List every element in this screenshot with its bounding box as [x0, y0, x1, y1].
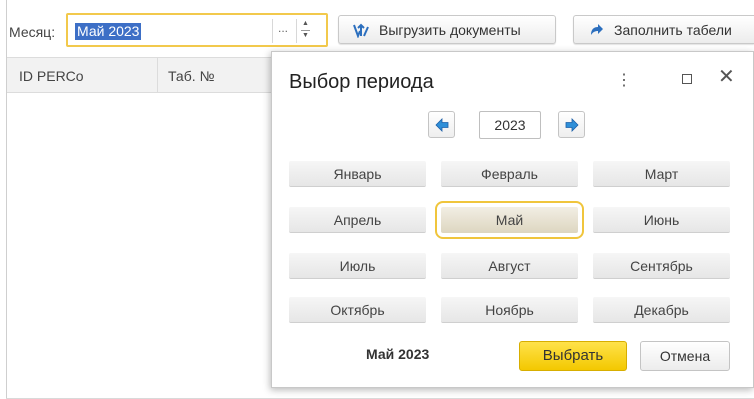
month-may-button[interactable]: Май — [435, 201, 584, 239]
fill-timesheets-label: Заполнить табели — [614, 21, 732, 38]
close-icon[interactable]: ✕ — [718, 67, 735, 87]
month-august-button[interactable]: Август — [441, 253, 578, 279]
choose-button[interactable]: ... — [278, 21, 288, 35]
cancel-button[interactable]: Отмена — [640, 341, 730, 371]
selected-period-label: Май 2023 — [366, 346, 430, 362]
export-documents-icon — [353, 22, 369, 38]
month-march-button[interactable]: Март — [593, 161, 730, 187]
more-vertical-icon[interactable]: ⋮ — [616, 70, 632, 90]
month-november-button[interactable]: Ноябрь — [441, 297, 578, 323]
column-divider — [157, 58, 158, 92]
next-year-button[interactable] — [558, 111, 585, 138]
column-header-id-perco[interactable]: ID PERCo — [19, 68, 84, 84]
maximize-icon[interactable] — [682, 74, 692, 84]
fill-timesheets-button[interactable]: Заполнить табели — [573, 15, 754, 44]
spin-up-icon[interactable]: ▲ — [302, 20, 309, 27]
export-documents-label: Выгрузить документы — [379, 21, 521, 38]
dialog-title: Выбор периода — [289, 71, 434, 93]
field-divider — [272, 19, 273, 43]
month-october-button[interactable]: Октябрь — [289, 297, 426, 323]
month-field-value[interactable]: Май 2023 — [75, 23, 142, 40]
month-january-button[interactable]: Январь — [289, 161, 426, 187]
month-september-button[interactable]: Сентябрь — [593, 253, 730, 279]
arrow-left-icon — [434, 117, 448, 132]
month-december-button[interactable]: Декабрь — [593, 297, 730, 323]
select-button[interactable]: Выбрать — [519, 341, 627, 371]
month-july-button[interactable]: Июль — [289, 253, 426, 279]
month-field[interactable]: Май 2023 ... ▲ ▼ — [66, 13, 328, 47]
spin-divider — [301, 30, 310, 31]
spin-down-icon[interactable]: ▼ — [302, 32, 309, 39]
month-february-button[interactable]: Февраль — [441, 161, 578, 187]
month-april-button[interactable]: Апрель — [289, 207, 426, 233]
column-header-tab-number[interactable]: Таб. № — [168, 68, 215, 84]
month-june-button[interactable]: Июнь — [593, 207, 730, 233]
export-documents-button[interactable]: Выгрузить документы — [338, 15, 556, 44]
previous-year-button[interactable] — [428, 111, 455, 138]
arrow-right-icon — [565, 117, 579, 132]
fill-arrow-icon — [588, 22, 604, 38]
field-divider — [296, 19, 297, 43]
month-label: Месяц: — [9, 24, 56, 40]
year-field[interactable]: 2023 — [479, 111, 541, 139]
period-selection-dialog: Выбор периода ⋮ ✕ 2023 Январь Февраль Ма… — [271, 51, 754, 388]
